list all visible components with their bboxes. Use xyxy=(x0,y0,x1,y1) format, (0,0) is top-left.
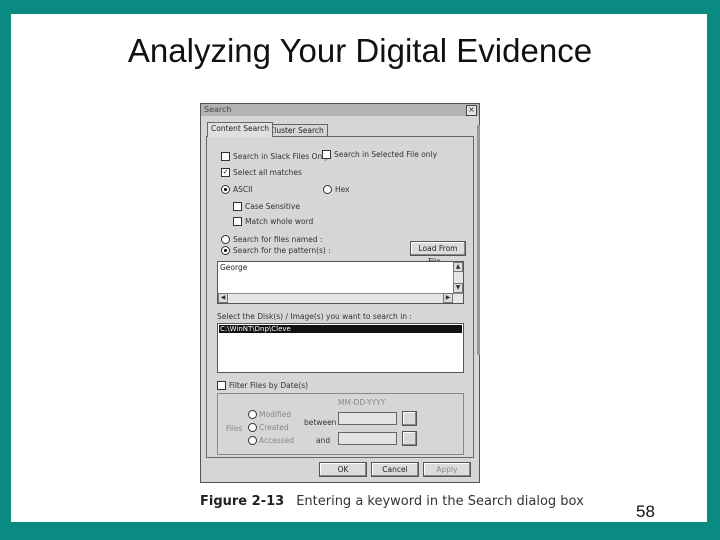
accessed-radio[interactable] xyxy=(248,436,257,445)
end-date-calendar-icon[interactable] xyxy=(402,431,417,446)
dialog-titlebar: Search × xyxy=(201,104,479,116)
dialog-title: Search xyxy=(204,105,232,114)
pattern-value: George xyxy=(220,263,248,272)
filter-dates-checkbox[interactable] xyxy=(217,381,226,390)
scroll-left-icon[interactable]: ◀ xyxy=(218,293,228,303)
search-files-named-radio[interactable] xyxy=(221,235,230,244)
case-sensitive-label: Case Sensitive xyxy=(245,202,300,211)
drives-label: Select the Disk(s) / Image(s) you want t… xyxy=(217,312,412,321)
search-files-named-label: Search for files named : xyxy=(233,235,323,244)
ascii-radio[interactable] xyxy=(221,185,230,194)
drives-listbox[interactable]: C:\WinNT\Dnp\Cleve xyxy=(217,323,464,373)
window-edge xyxy=(477,125,480,355)
select-matches-checkbox[interactable]: ✓ xyxy=(221,168,230,177)
start-date-field[interactable] xyxy=(338,412,397,425)
end-date-field[interactable] xyxy=(338,432,397,445)
selected-files-checkbox[interactable] xyxy=(322,150,331,159)
modified-radio[interactable] xyxy=(248,410,257,419)
apply-button[interactable]: Apply xyxy=(423,462,471,477)
search-pattern-label: Search for the pattern(s) : xyxy=(233,246,331,255)
whole-word-checkbox[interactable] xyxy=(233,217,242,226)
and-label: and xyxy=(316,436,331,445)
figure-caption-text: Entering a keyword in the Search dialog … xyxy=(296,494,584,509)
slack-only-checkbox[interactable] xyxy=(221,152,230,161)
hex-label: Hex xyxy=(335,185,350,194)
whole-word-label: Match whole word xyxy=(245,217,314,226)
figure-number: Figure 2-13 xyxy=(200,494,285,509)
accessed-label: Accessed xyxy=(259,436,295,445)
figure-caption: Figure 2-13 Entering a keyword in the Sea… xyxy=(200,494,584,509)
tab-content-search[interactable]: Content Search xyxy=(207,122,273,137)
created-radio[interactable] xyxy=(248,423,257,432)
files-label: Files xyxy=(226,424,243,433)
pattern-textarea[interactable]: George ▲ ▼ ◀ ▶ xyxy=(217,261,464,304)
pattern-hscrollbar[interactable] xyxy=(218,293,463,303)
slide-number: 58 xyxy=(636,502,655,521)
slide-title: Analyzing Your Digital Evidence xyxy=(127,32,593,69)
scroll-up-icon[interactable]: ▲ xyxy=(453,262,463,272)
case-sensitive-checkbox[interactable] xyxy=(233,202,242,211)
select-matches-label: Select all matches xyxy=(233,168,302,177)
modified-label: Modified xyxy=(259,410,292,419)
scroll-down-icon[interactable]: ▼ xyxy=(453,283,463,293)
load-from-file-button[interactable]: Load From File... xyxy=(410,241,466,266)
hex-radio[interactable] xyxy=(323,185,332,194)
drive-item-selected[interactable]: C:\WinNT\Dnp\Cleve xyxy=(219,325,462,333)
selected-files-label: Search in Selected File only xyxy=(334,150,438,159)
search-dialog: Search × Content Search Cluster Search S… xyxy=(200,103,480,483)
filter-dates-label: Filter Files by Date(s) xyxy=(229,381,309,390)
search-pattern-radio[interactable] xyxy=(221,246,230,255)
between-label: between xyxy=(304,418,337,427)
date-format-label: MM-DD-YYYY xyxy=(338,398,386,407)
date-filter-group: MM-DD-YYYY Files Modified Created Access… xyxy=(217,393,464,455)
close-icon[interactable]: × xyxy=(466,105,477,116)
slack-only-label: Search in Slack Files Only xyxy=(233,152,329,161)
start-date-calendar-icon[interactable] xyxy=(402,411,417,426)
cancel-button[interactable]: Cancel xyxy=(371,462,419,477)
scroll-right-icon[interactable]: ▶ xyxy=(443,293,453,303)
ascii-label: ASCII xyxy=(233,185,253,194)
content-search-panel: Search in Slack Files Only Search in Sel… xyxy=(206,136,474,458)
ok-button[interactable]: OK xyxy=(319,462,367,477)
created-label: Created xyxy=(259,423,289,432)
